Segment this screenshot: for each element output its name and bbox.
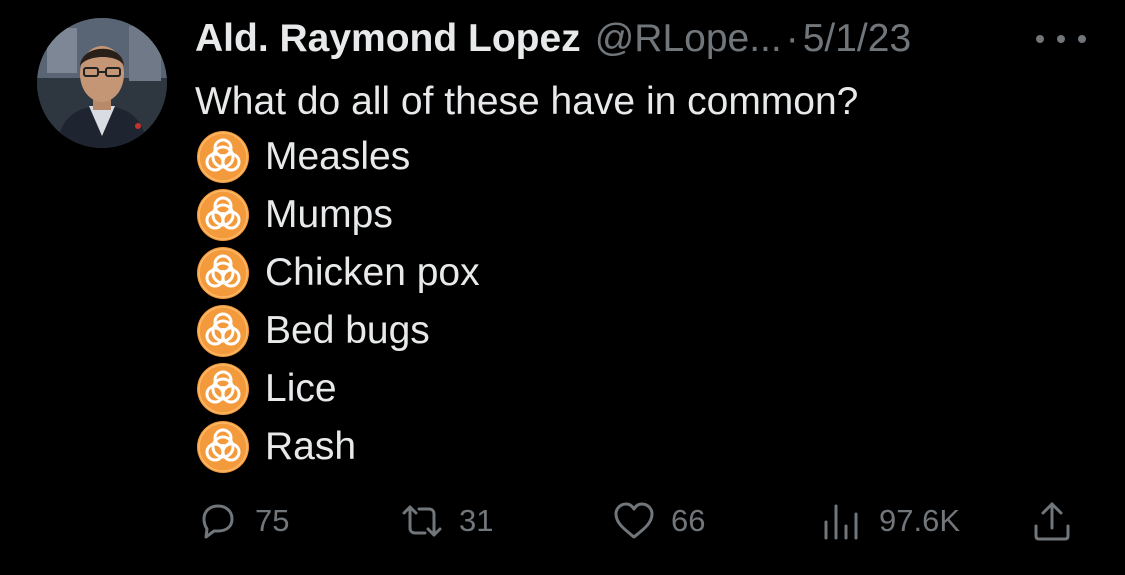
retweet-count: 31: [459, 503, 494, 538]
biohazard-icon: [197, 131, 249, 183]
heart-icon: [614, 502, 654, 539]
tweet-text: What do all of these have in common?: [195, 80, 859, 123]
tweet-date[interactable]: 5/1/23: [803, 17, 911, 61]
list-item: Lice: [195, 360, 480, 418]
like-button[interactable]: 66: [611, 496, 705, 546]
tweet-actions: 75 31 66 97.6K: [195, 496, 1095, 546]
like-count: 66: [671, 503, 706, 538]
user-handle[interactable]: @RLope...: [595, 17, 782, 61]
more-options-icon[interactable]: [1036, 24, 1086, 54]
list-item: Bed bugs: [195, 302, 480, 360]
more-dot: [1078, 35, 1086, 43]
display-name[interactable]: Ald. Raymond Lopez: [195, 17, 581, 61]
reply-count: 75: [255, 503, 290, 538]
views-icon: [824, 504, 858, 540]
avatar[interactable]: [37, 18, 167, 148]
share-icon: [1034, 502, 1070, 541]
list-item: Chicken pox: [195, 244, 480, 302]
list-item-label: Measles: [265, 135, 411, 178]
reply-button[interactable]: 75: [195, 496, 289, 546]
share-button[interactable]: [1029, 496, 1089, 546]
list-item-label: Chicken pox: [265, 251, 480, 294]
list-item: Rash: [195, 418, 480, 476]
separator-dot: ·: [785, 17, 799, 60]
list-item-label: Bed bugs: [265, 309, 430, 352]
biohazard-icon: [197, 421, 249, 473]
views-count: 97.6K: [879, 503, 961, 538]
biohazard-icon: [197, 363, 249, 415]
list-item-label: Lice: [265, 367, 337, 410]
more-dot: [1057, 35, 1065, 43]
views-button[interactable]: 97.6K: [819, 496, 960, 546]
list-item: Measles: [195, 128, 480, 186]
retweet-icon: [402, 505, 442, 537]
biohazard-icon: [197, 305, 249, 357]
list-item-label: Rash: [265, 425, 357, 468]
list-item-label: Mumps: [265, 193, 393, 236]
tweet-header: Ald. Raymond Lopez @RLope... · 5/1/23: [195, 14, 911, 64]
biohazard-icon: [197, 189, 249, 241]
reply-icon: [202, 504, 234, 539]
biohazard-icon: [197, 247, 249, 299]
list-item: Mumps: [195, 186, 480, 244]
more-dot: [1036, 35, 1044, 43]
tweet-list: Measles Mumps Chicken pox Bed bugs Lice …: [195, 128, 480, 476]
tweet: Ald. Raymond Lopez @RLope... · 5/1/23 Wh…: [0, 0, 1125, 575]
retweet-button[interactable]: 31: [399, 496, 493, 546]
